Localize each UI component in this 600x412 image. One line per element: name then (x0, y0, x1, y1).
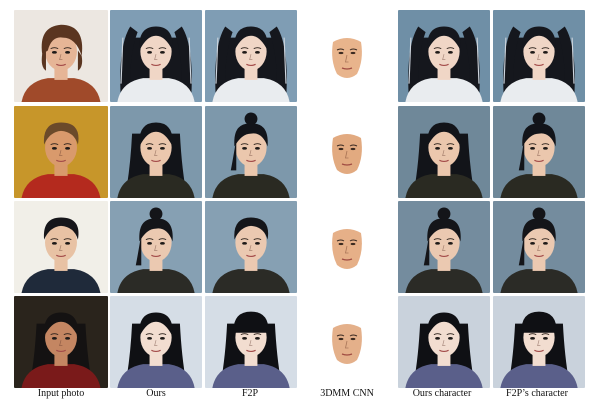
caption-f2p-character: F2P’s character (506, 388, 568, 399)
image-ours-character-row1 (398, 10, 490, 102)
image-f2p-character-row3 (493, 201, 585, 293)
caption-f2p: F2P (241, 388, 259, 399)
image-input-photo-row3 (14, 201, 108, 293)
caption-ours: Ours (146, 388, 166, 399)
image-3dmm-cnn-row4 (327, 318, 367, 368)
image-f2p-row3 (205, 201, 297, 293)
image-3dmm-cnn-row1 (327, 32, 367, 82)
image-input-photo-row4 (14, 296, 108, 388)
image-f2p-character-row2 (493, 106, 585, 198)
image-3dmm-cnn-row2 (327, 128, 367, 178)
comparison-figure (0, 0, 600, 412)
image-input-photo-row2 (14, 106, 108, 198)
image-f2p-row4 (205, 296, 297, 388)
image-f2p-row2 (205, 106, 297, 198)
image-f2p-row1 (205, 10, 297, 102)
image-ours-character-row2 (398, 106, 490, 198)
image-ours-row1 (110, 10, 202, 102)
image-3dmm-cnn-row3 (327, 223, 367, 273)
image-ours-character-row3 (398, 201, 490, 293)
caption-input-photo: Input photo (37, 388, 85, 399)
image-f2p-character-row4 (493, 296, 585, 388)
image-input-photo-row1 (14, 10, 108, 102)
image-f2p-character-row1 (493, 10, 585, 102)
caption-ours-character: Ours character (412, 388, 472, 399)
image-ours-character-row4 (398, 296, 490, 388)
image-ours-row2 (110, 106, 202, 198)
caption-3dmm-cnn: 3DMM CNN (320, 388, 374, 399)
image-ours-row4 (110, 296, 202, 388)
image-ours-row3 (110, 201, 202, 293)
